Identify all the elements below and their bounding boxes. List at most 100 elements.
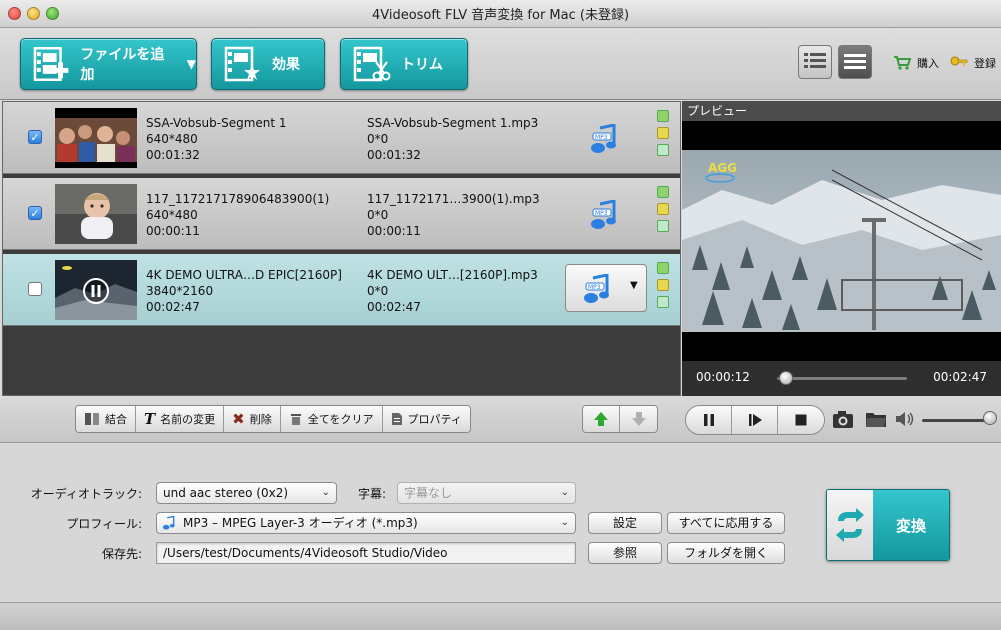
file-list[interactable]: ✓ SSA-Vobsub-Segment 1 640*480 00:01:32 … (2, 101, 681, 396)
mp3-note-icon[interactable]: MP3 (590, 200, 618, 230)
move-down-button[interactable] (620, 406, 657, 432)
convert-button[interactable]: 変換 (826, 489, 950, 561)
preview-logo: AGG (708, 161, 737, 175)
edit-icon[interactable] (657, 262, 669, 274)
film-trim-icon (353, 46, 391, 82)
expand-icon[interactable] (657, 144, 669, 156)
mp3-note-icon[interactable]: MP3 (590, 124, 618, 154)
remove-icon[interactable] (657, 203, 669, 215)
preview-title: プレビュー (682, 101, 1001, 121)
profile-select[interactable]: MP3 – MPEG Layer-3 オーディオ (*.mp3) ⌄ (156, 512, 576, 534)
output-settings-panel: オーディオトラック: und aac stereo (0x2) ⌄ 字幕: 字幕… (0, 444, 1001, 602)
speaker-icon[interactable] (894, 410, 916, 428)
playback-button-group (685, 405, 825, 435)
add-file-button[interactable]: ファイルを追加 ▼ (20, 38, 197, 90)
detail-view-icon (844, 54, 866, 69)
file-thumbnail (55, 184, 137, 244)
file-thumbnail (55, 108, 137, 168)
file-name: 117_117217178906483900(1) (146, 192, 330, 206)
title-bar: 4Videosoft FLV 音声変換 for Mac (未登録) (0, 0, 1001, 28)
move-up-button[interactable] (583, 406, 620, 432)
buy-link[interactable]: 購入 (893, 55, 939, 71)
close-window-button[interactable] (8, 7, 21, 20)
effect-button[interactable]: 効果 (211, 38, 325, 90)
expand-icon[interactable] (657, 296, 669, 308)
profile-value: MP3 – MPEG Layer-3 オーディオ (*.mp3) (183, 516, 418, 530)
output-resolution: 0*0 (367, 284, 389, 298)
file-checkbox[interactable]: ✓ (28, 130, 42, 144)
arrow-up-icon (594, 412, 608, 426)
file-duration: 00:01:32 (146, 148, 200, 162)
camera-icon[interactable] (832, 409, 854, 429)
file-row[interactable]: ✓ 117_117217178906483900(1) 640*480 00:0… (3, 178, 680, 250)
pause-button[interactable] (686, 406, 732, 434)
chevron-down-icon: ▼ (630, 280, 638, 291)
file-resolution: 640*480 (146, 132, 198, 146)
file-row[interactable]: ✓ SSA-Vobsub-Segment 1 640*480 00:01:32 … (3, 102, 680, 174)
reorder-buttons (582, 405, 658, 433)
expand-icon[interactable] (657, 220, 669, 232)
chevron-down-icon: ⌄ (560, 487, 569, 498)
trim-button[interactable]: トリム (340, 38, 468, 90)
open-folder-button[interactable]: フォルダを開く (667, 542, 785, 564)
clear-all-button[interactable]: 全てをクリア (280, 406, 383, 432)
stop-button[interactable] (778, 406, 824, 434)
settings-button[interactable]: 設定 (588, 512, 662, 534)
seek-track[interactable] (777, 377, 907, 380)
output-name: SSA-Vobsub-Segment 1.mp3 (367, 116, 539, 130)
output-resolution: 0*0 (367, 208, 389, 222)
delete-button[interactable]: ✖ 削除 (224, 406, 281, 432)
preview-video: AGG (682, 150, 1001, 332)
volume-handle[interactable] (983, 411, 998, 425)
remove-icon[interactable] (657, 279, 669, 291)
output-duration: 00:02:47 (367, 300, 421, 314)
file-duration: 00:02:47 (146, 300, 200, 314)
browse-button[interactable]: 参照 (588, 542, 662, 564)
current-time: 00:00:12 (696, 370, 750, 384)
profile-label: プロフィール: (66, 517, 142, 531)
edit-icon[interactable] (657, 186, 669, 198)
file-row-selected[interactable]: 4K DEMO ULTRA…D EPIC[2160P] 3840*2160 00… (3, 254, 680, 326)
svg-text:MP3: MP3 (588, 284, 601, 291)
save-location-label: 保存先: (101, 547, 142, 561)
merge-icon (85, 413, 99, 425)
convert-label: 変換 (873, 490, 949, 560)
next-frame-button[interactable] (732, 406, 778, 434)
apply-all-button[interactable]: すべてに応用する (667, 512, 785, 534)
folder-icon[interactable] (865, 409, 887, 429)
audio-track-select[interactable]: und aac stereo (0x2) ⌄ (156, 482, 337, 504)
svg-text:MP3: MP3 (595, 210, 608, 217)
zoom-window-button[interactable] (46, 7, 59, 20)
window-controls (8, 7, 59, 20)
save-path-field[interactable]: /Users/test/Documents/4Videosoft Studio/… (156, 542, 576, 564)
window-title: 4Videosoft FLV 音声変換 for Mac (未登録) (371, 8, 630, 23)
playback-timeline: 00:00:12 00:02:47 (682, 361, 1001, 396)
subtitle-select[interactable]: 字幕なし ⌄ (397, 482, 576, 504)
chevron-down-icon[interactable]: ▼ (187, 57, 196, 71)
remove-icon[interactable] (657, 127, 669, 139)
output-format-dropdown[interactable]: MP3 ▼ (565, 264, 647, 312)
file-checkbox[interactable]: ✓ (28, 206, 42, 220)
output-name: 117_1172171…3900(1).mp3 (367, 192, 540, 206)
minimize-window-button[interactable] (27, 7, 40, 20)
rename-button[interactable]: T 名前の変更 (136, 406, 225, 432)
seek-handle[interactable] (779, 371, 794, 385)
total-time: 00:02:47 (933, 370, 987, 384)
svg-text:MP3: MP3 (595, 134, 608, 141)
output-info: 4K DEMO ULT…[2160P].mp3 0*0 00:02:47 (367, 267, 538, 315)
list-view-button[interactable] (798, 45, 832, 79)
arrow-down-icon (631, 412, 646, 426)
register-link[interactable]: 登録 (950, 55, 996, 71)
edit-icon[interactable] (657, 110, 669, 122)
playback-controls (682, 397, 1001, 443)
properties-button[interactable]: プロパティ (382, 406, 470, 432)
properties-label: プロパティ (407, 413, 462, 426)
rename-label: 名前の変更 (160, 413, 216, 426)
file-resolution: 3840*2160 (146, 284, 214, 298)
effect-label: 効果 (272, 57, 300, 73)
step-icon (748, 414, 762, 426)
output-name: 4K DEMO ULT…[2160P].mp3 (367, 268, 538, 282)
file-checkbox[interactable] (28, 282, 42, 296)
detail-view-button[interactable] (838, 45, 872, 79)
merge-button[interactable]: 結合 (76, 406, 136, 432)
